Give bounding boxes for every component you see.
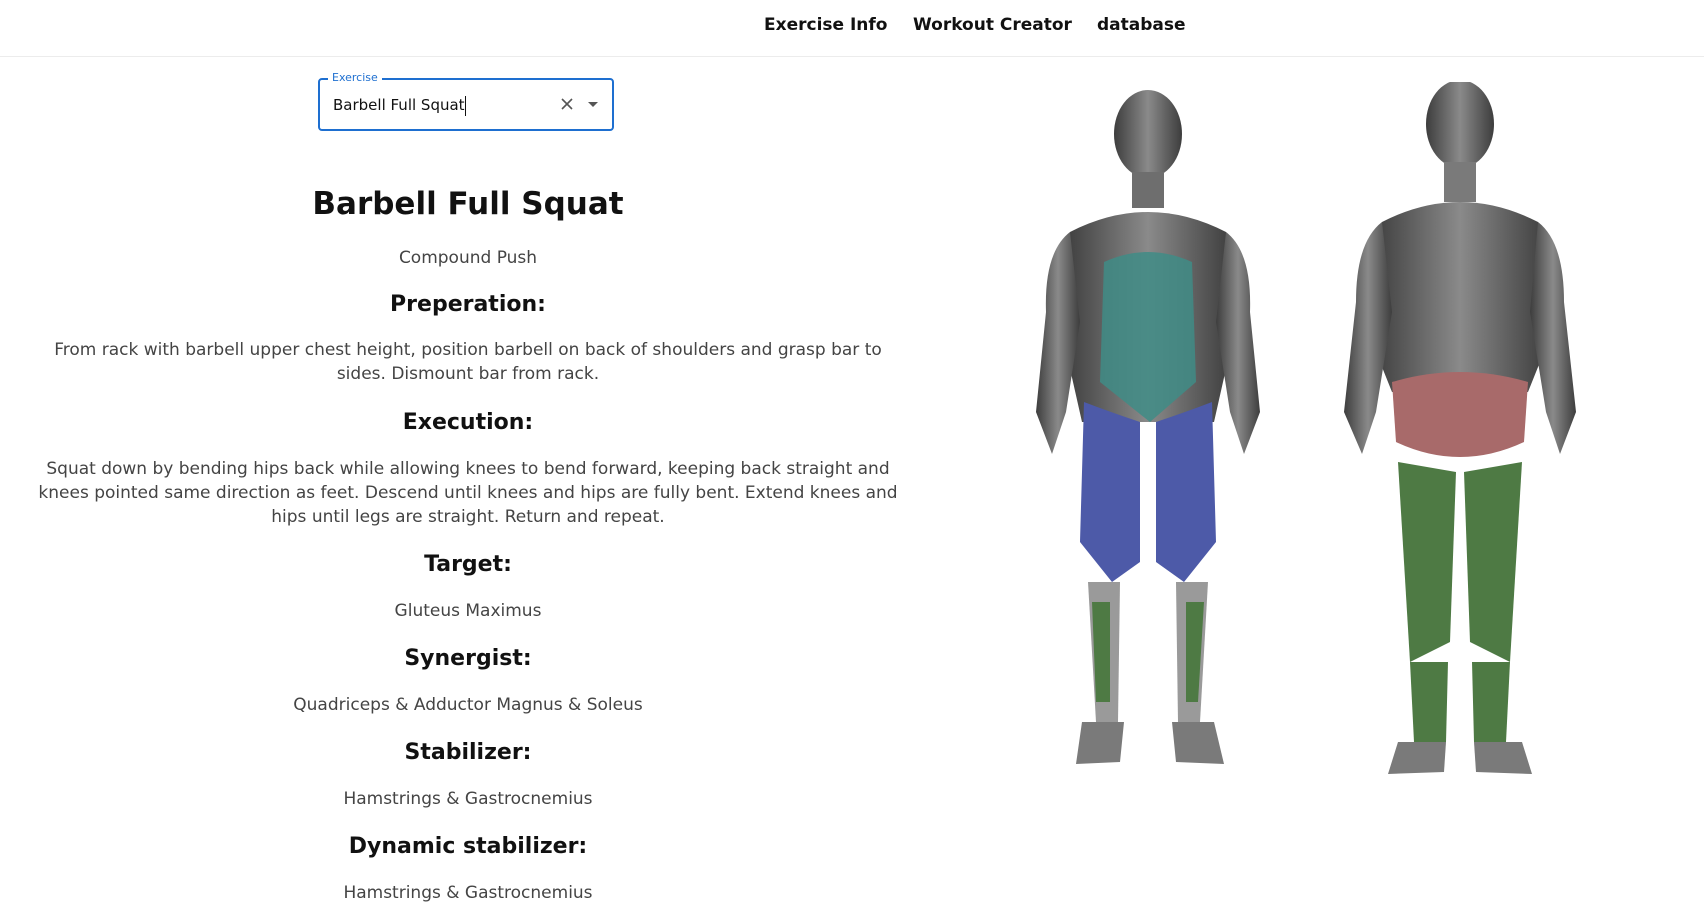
preparation-text: From rack with barbell upper chest heigh…	[54, 340, 882, 384]
synergist-heading: Synergist:	[404, 646, 532, 671]
exercise-type: Compound Push	[398, 248, 538, 268]
front-figure	[1036, 90, 1260, 764]
dropdown-button[interactable]	[582, 93, 604, 115]
clear-button[interactable]	[556, 93, 578, 115]
synergist-value: Quadriceps & Adductor Magnus & Soleus	[293, 695, 643, 715]
muscle-diagram	[1000, 82, 1620, 842]
nav-database[interactable]: database	[1097, 12, 1186, 38]
execution-text: Squat down by bending hips back while al…	[38, 459, 898, 527]
text-caret	[465, 96, 466, 116]
dynamic-stabilizer-value: Hamstrings & Gastrocnemius	[343, 883, 593, 903]
exercise-search-input[interactable]	[333, 92, 553, 118]
target-heading: Target:	[424, 552, 512, 577]
execution-heading: Execution:	[402, 410, 534, 435]
muscle-diagram-svg	[1036, 82, 1576, 774]
preparation-heading: Preperation:	[390, 292, 546, 317]
dynamic-stabilizer-heading: Dynamic stabilizer:	[348, 834, 588, 859]
back-figure	[1344, 82, 1576, 774]
nav-workout-creator[interactable]: Workout Creator	[913, 12, 1072, 38]
close-icon	[561, 98, 573, 110]
target-value: Gluteus Maximus	[394, 601, 542, 621]
top-navigation: Exercise Info Workout Creator database	[0, 0, 1704, 57]
exercise-field-legend: Exercise	[328, 71, 382, 85]
nav-exercise-info[interactable]: Exercise Info	[764, 12, 887, 38]
stabilizer-value: Hamstrings & Gastrocnemius	[343, 789, 593, 809]
caret-down-icon	[588, 102, 598, 107]
exercise-autocomplete[interactable]: Exercise	[318, 71, 614, 131]
stabilizer-heading: Stabilizer:	[404, 740, 532, 765]
exercise-title: Barbell Full Squat	[312, 186, 624, 222]
